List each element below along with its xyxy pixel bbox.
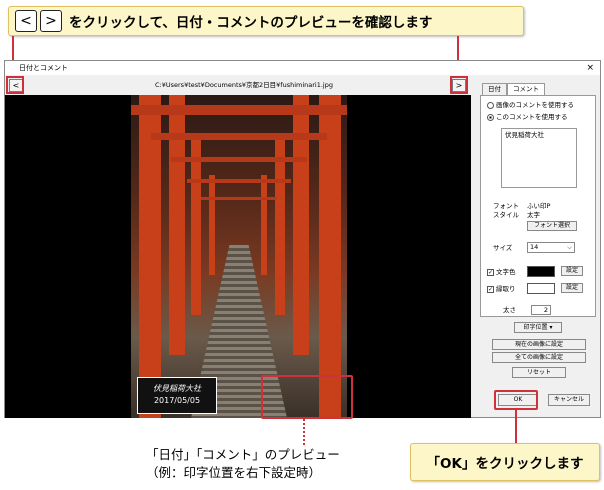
- size-select[interactable]: 14 ⌵: [527, 242, 575, 253]
- comment-textarea[interactable]: 伏見稲荷大社: [501, 128, 577, 188]
- instruction-text-ok: 「OK」をクリックします: [426, 456, 584, 472]
- border-label: 縁取り: [496, 285, 516, 293]
- border-settings-button[interactable]: 設定: [561, 283, 583, 293]
- border-color-swatch[interactable]: [527, 283, 555, 294]
- thickness-label: 太さ: [503, 306, 516, 314]
- style-value: 太字: [527, 211, 540, 219]
- set-current-image-button[interactable]: 現在の画像に設定: [492, 339, 586, 350]
- set-all-images-button[interactable]: 全ての画像に設定: [492, 352, 586, 363]
- pointer-line-stamp: [303, 419, 305, 445]
- torii-pillar: [191, 135, 201, 315]
- highlight-next-button: [450, 76, 468, 94]
- reset-button[interactable]: リセット: [512, 367, 566, 378]
- instruction-callout-top: < > をクリックして、日付・コメントのプレビューを確認します: [8, 6, 524, 36]
- highlight-ok-button: [494, 390, 538, 410]
- path-bar: < C:¥Users¥test¥Documents¥京都2日目¥fushimin…: [5, 75, 471, 95]
- radio-row-image-comment[interactable]: 画像のコメントを使用する: [487, 101, 574, 110]
- dropdown-arrow-icon: ▾: [549, 324, 553, 331]
- font-value: ふい印P: [527, 202, 551, 210]
- torii-beam: [201, 197, 277, 200]
- radio-row-this-comment[interactable]: このコメントを使用する: [487, 113, 568, 122]
- text-color-row[interactable]: ✓ 文字色: [487, 268, 516, 277]
- photo-preview: [131, 95, 347, 418]
- tab-date[interactable]: 日付: [482, 83, 507, 95]
- torii-pillar: [319, 95, 341, 418]
- torii-beam: [171, 157, 307, 162]
- preview-caption-line2: （例：印字位置を右下設定時）: [146, 465, 322, 480]
- comment-tab-panel: 画像のコメントを使用する このコメントを使用する 伏見稲荷大社 フォント ふい印…: [480, 95, 596, 317]
- file-path: C:¥Users¥test¥Documents¥京都2日目¥fushiminar…: [155, 81, 333, 89]
- preview-pane: < C:¥Users¥test¥Documents¥京都2日目¥fushimin…: [5, 75, 471, 419]
- torii-pillar: [275, 135, 285, 315]
- prev-key-icon: <: [15, 10, 37, 32]
- chevron-down-icon: ⌵: [567, 243, 572, 251]
- torii-beam: [151, 133, 327, 140]
- preview-area: 伏見稲荷大社 2017/05/05: [5, 95, 471, 418]
- thickness-spinner[interactable]: 2: [531, 305, 551, 315]
- text-color-settings-button[interactable]: 設定: [561, 266, 583, 276]
- date-comment-stamp-preview: 伏見稲荷大社 2017/05/05: [137, 377, 217, 414]
- checkbox-checked-icon[interactable]: ✓: [487, 285, 494, 293]
- highlight-stamp: [261, 375, 353, 419]
- highlight-prev-button: [6, 76, 24, 94]
- stamp-comment-text: 伏見稲荷大社: [153, 384, 201, 393]
- dialog-titlebar: 日付とコメント ×: [5, 61, 600, 75]
- next-key-icon: >: [40, 10, 62, 32]
- preview-caption: 「日付」「コメント」のプレビュー （例：印字位置を右下設定時）: [146, 446, 340, 482]
- radio-selected-icon[interactable]: [487, 113, 494, 121]
- border-row[interactable]: ✓ 縁取り: [487, 285, 516, 294]
- text-color-label: 文字色: [496, 268, 516, 276]
- instruction-callout-ok: 「OK」をクリックします: [410, 443, 600, 481]
- size-select-value: 14: [530, 243, 539, 251]
- size-label: サイズ: [493, 244, 513, 252]
- torii-beam: [131, 105, 347, 115]
- print-position-label: 印字位置: [523, 324, 548, 331]
- font-select-button[interactable]: フォント選択: [527, 221, 577, 231]
- torii-pillar: [139, 95, 161, 418]
- dialog-title: 日付とコメント: [19, 64, 68, 72]
- torii-pillar: [261, 175, 267, 275]
- radio-label-image-comment: 画像のコメントを使用する: [496, 101, 574, 109]
- radio-label-this-comment: このコメントを使用する: [496, 113, 568, 121]
- print-position-button[interactable]: 印字位置 ▾: [514, 322, 562, 333]
- checkbox-checked-icon[interactable]: ✓: [487, 268, 494, 276]
- preview-caption-line1: 「日付」「コメント」のプレビュー: [146, 447, 340, 462]
- torii-pillar: [209, 175, 215, 275]
- stamp-date-text: 2017/05/05: [153, 396, 201, 405]
- instruction-text-top: をクリックして、日付・コメントのプレビューを確認します: [69, 15, 433, 31]
- torii-beam: [187, 179, 291, 183]
- close-icon[interactable]: ×: [586, 61, 594, 75]
- cancel-button[interactable]: キャンセル: [548, 394, 590, 406]
- tab-comment[interactable]: コメント: [507, 83, 545, 95]
- date-comment-dialog: 日付とコメント × < C:¥Users¥test¥Documents¥京都2日…: [4, 60, 601, 418]
- pointer-line-ok: [515, 410, 517, 444]
- tab-bar: 日付 コメント: [482, 83, 545, 95]
- radio-icon[interactable]: [487, 101, 494, 109]
- font-label: フォント: [493, 202, 519, 210]
- text-color-swatch[interactable]: [527, 266, 555, 277]
- settings-pane: 日付 コメント 画像のコメントを使用する このコメントを使用する 伏見稲荷大社 …: [472, 75, 600, 419]
- style-label: スタイル: [493, 211, 519, 219]
